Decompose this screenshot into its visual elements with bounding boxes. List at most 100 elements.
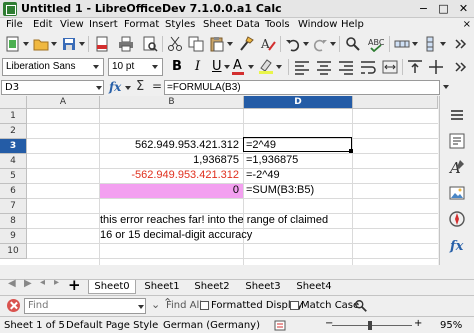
print-preview-icon[interactable]	[142, 36, 158, 52]
font-color-dropdown-arrow[interactable]	[248, 65, 254, 69]
row-dropdown-arrow[interactable]	[412, 42, 418, 46]
font-size-dropdown-arrow[interactable]	[152, 65, 158, 69]
row-header-8[interactable]: 8	[0, 214, 27, 229]
close-find-bar-button[interactable]	[7, 299, 20, 312]
gallery-icon[interactable]	[448, 184, 466, 202]
redo-icon[interactable]	[312, 36, 328, 52]
undo-dropdown-arrow[interactable]	[303, 42, 309, 46]
spreadsheet-grid[interactable]: A B D 1 2 3 4 5 6 7 8 9 10 562.949.953.4…	[0, 96, 438, 265]
highlight-dropdown-arrow[interactable]	[276, 65, 282, 69]
formatted-display-checkbox[interactable]	[200, 301, 209, 310]
copy-icon[interactable]	[188, 36, 204, 52]
find-input[interactable]: Find	[24, 298, 146, 314]
function-wizard-button[interactable]: fx	[109, 80, 121, 94]
clone-formatting-icon[interactable]	[238, 36, 254, 52]
menu-format[interactable]: Format	[124, 19, 159, 30]
column-icon[interactable]	[422, 36, 438, 52]
menu-data[interactable]: Data	[236, 19, 260, 30]
open-folder-icon[interactable]	[33, 36, 49, 52]
align-right-icon[interactable]	[338, 59, 354, 75]
row-header-7[interactable]: 7	[0, 199, 27, 214]
italic-button[interactable]: I	[195, 59, 200, 74]
sheet-tab-2[interactable]: Sheet2	[189, 280, 235, 294]
find-replace-icon[interactable]	[345, 36, 361, 52]
sidebar-menu-icon[interactable]	[448, 106, 466, 124]
row-header-2[interactable]: 2	[0, 124, 27, 139]
properties-icon[interactable]	[448, 132, 466, 150]
find-previous-icon[interactable]: ⌄	[151, 298, 160, 311]
row-header-4[interactable]: 4	[0, 154, 27, 169]
new-document-icon[interactable]	[5, 36, 21, 52]
menu-insert[interactable]: Insert	[89, 19, 118, 30]
formula-button[interactable]: =	[152, 79, 162, 93]
column-header-d[interactable]: D	[244, 96, 353, 109]
add-sheet-button[interactable]: +	[68, 276, 81, 294]
page-style-status[interactable]: Default Page Style	[66, 320, 158, 331]
font-color-button[interactable]: A	[233, 58, 242, 73]
expand-formula-bar-arrow[interactable]	[443, 85, 449, 89]
column-dropdown-arrow[interactable]	[440, 42, 446, 46]
minimize-button[interactable]: −	[414, 1, 433, 17]
row-header-10[interactable]: 10	[0, 244, 27, 259]
zoom-in-button[interactable]: +	[414, 318, 422, 329]
menu-view[interactable]: View	[60, 19, 84, 30]
save-icon[interactable]	[61, 36, 77, 52]
merge-center-icon[interactable]	[382, 59, 398, 75]
cell-b9[interactable]: 16 or 15 decimal-digit accuracy	[97, 228, 252, 243]
close-window-button[interactable]: ✕	[454, 1, 473, 17]
name-box-dropdown-arrow[interactable]	[96, 86, 102, 90]
zoom-level[interactable]: 95%	[440, 320, 462, 331]
open-dropdown-arrow[interactable]	[51, 42, 57, 46]
row-header-5[interactable]: 5	[0, 169, 27, 184]
select-all-corner[interactable]	[0, 96, 27, 109]
align-middle-icon[interactable]	[428, 59, 444, 75]
cell-d4[interactable]: =1,936875	[243, 153, 352, 168]
font-name-dropdown-arrow[interactable]	[93, 65, 99, 69]
match-case-checkbox[interactable]	[290, 301, 299, 310]
overflow-chevron-icon[interactable]	[452, 59, 468, 75]
menu-styles[interactable]: Styles	[165, 19, 195, 30]
functions-icon[interactable]: fx	[448, 236, 466, 254]
zoom-slider[interactable]	[332, 325, 412, 326]
column-header-b[interactable]: B	[100, 96, 244, 109]
row-icon[interactable]	[394, 36, 410, 52]
column-header-e[interactable]	[353, 96, 438, 109]
zoom-slider-handle[interactable]	[368, 321, 372, 330]
column-header-a[interactable]: A	[27, 96, 100, 109]
new-dropdown-arrow[interactable]	[23, 42, 29, 46]
scroll-last-sheet-icon[interactable]: ▶	[24, 278, 32, 289]
styles-icon[interactable]: A	[448, 158, 466, 176]
row-header-3[interactable]: 3	[0, 139, 27, 154]
print-icon[interactable]	[118, 36, 134, 52]
paste-icon[interactable]	[209, 36, 225, 52]
maximize-button[interactable]: □	[434, 1, 453, 17]
align-center-icon[interactable]	[316, 59, 332, 75]
cell-b3[interactable]: 562.949.953.421.312	[100, 138, 243, 153]
underline-button[interactable]: U	[212, 59, 222, 74]
find-all-button[interactable]: Find All	[166, 300, 202, 311]
paste-dropdown-arrow[interactable]	[227, 42, 233, 46]
font-size-combo[interactable]: 10 pt	[108, 58, 163, 76]
row-header-1[interactable]: 1	[0, 109, 27, 124]
bold-button[interactable]: B	[172, 59, 182, 74]
cut-icon[interactable]	[167, 36, 183, 52]
cell-b6[interactable]: 0	[100, 183, 243, 198]
menu-edit[interactable]: Edit	[33, 19, 52, 30]
sheet-tab-1[interactable]: Sheet1	[139, 280, 185, 294]
export-pdf-icon[interactable]	[94, 36, 110, 52]
language-status[interactable]: German (Germany)	[163, 320, 260, 331]
sheet-tab-4[interactable]: Sheet4	[291, 280, 337, 294]
cell-d6[interactable]: =SUM(B3:B5)	[243, 183, 352, 198]
highlight-color-icon[interactable]	[258, 58, 274, 74]
formula-input[interactable]: =FORMULA(B3)	[164, 80, 440, 95]
sheet-tab-0[interactable]: Sheet0	[88, 280, 136, 294]
menu-window[interactable]: Window	[298, 19, 337, 30]
find-replace-dialog-icon[interactable]	[354, 299, 368, 313]
wrap-text-icon[interactable]	[360, 59, 376, 75]
redo-dropdown-arrow[interactable]	[330, 42, 336, 46]
find-history-dropdown-arrow[interactable]	[138, 305, 144, 309]
scroll-next-icon[interactable]: ▸	[54, 277, 59, 288]
overflow-chevron-icon[interactable]	[452, 36, 468, 52]
align-top-icon[interactable]	[407, 59, 423, 75]
menu-sheet[interactable]: Sheet	[203, 19, 232, 30]
